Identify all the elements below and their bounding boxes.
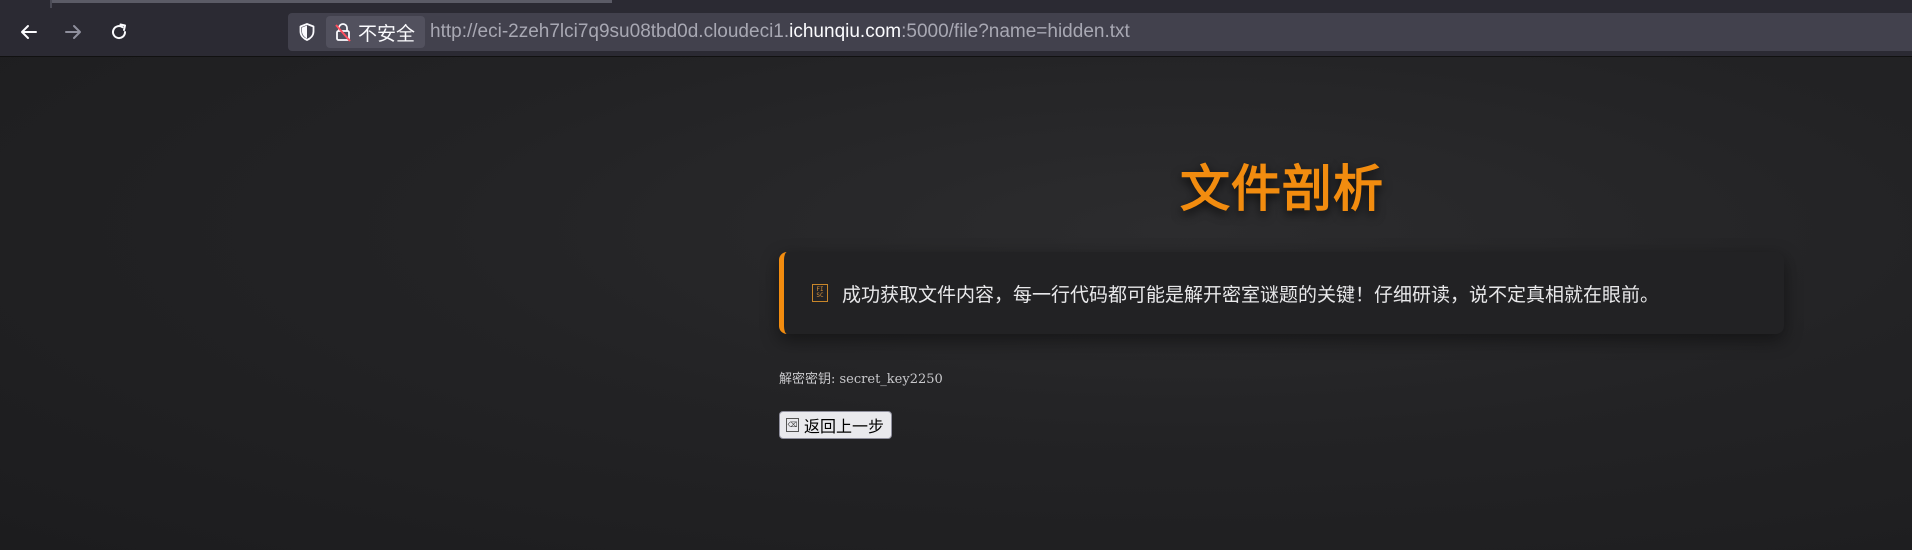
url-prefix: http://eci-2zeh7lci7q9su08tbd0d.cloudeci… [430,21,790,42]
url-text[interactable]: http://eci-2zeh7lci7q9su08tbd0d.cloudeci… [430,13,1130,51]
url-host-domain: ichunqiu.com [789,21,902,42]
success-notice: FI SC 成功获取文件内容，每一行代码都可能是解开密室谜题的关键！仔细研读，说不… [779,252,1784,334]
page-title: 文件剖析 [1180,160,1384,218]
back-icon: ⌫ [786,418,799,432]
insecure-lock-icon [334,22,352,42]
back-button[interactable]: ⌫ 返回上一步 [779,411,893,439]
browser-toolbar: 不安全 http://eci-2zeh7lci7q9su08tbd0d.clou… [0,8,1912,57]
notice-text: 成功获取文件内容，每一行代码都可能是解开密室谜题的关键！仔细研读，说不定真相就在… [842,283,1660,306]
tab-strip [0,0,1912,8]
security-label: 不安全 [358,23,416,45]
arrow-left-icon [21,25,37,39]
security-indicator[interactable]: 不安全 [326,16,426,48]
file-icon: FI SC [812,284,828,302]
reload-icon [112,23,127,40]
tracking-protection-shield-icon[interactable] [296,21,318,43]
url-suffix: :5000/file?name=hidden.txt [901,21,1130,42]
active-tab-edge[interactable] [52,0,612,3]
back-button-label: 返回上一步 [804,417,885,436]
forward-nav-button[interactable] [55,14,91,50]
back-nav-button[interactable] [11,14,47,50]
reload-button[interactable] [101,14,137,50]
arrow-right-icon [65,25,81,39]
page-viewport: 文件剖析 FI SC 成功获取文件内容，每一行代码都可能是解开密室谜题的关键！仔细… [0,57,1912,550]
address-bar[interactable]: 不安全 http://eci-2zeh7lci7q9su08tbd0d.clou… [288,13,1912,51]
decryption-key: 解密密钥: secret_key2250 [779,372,943,387]
